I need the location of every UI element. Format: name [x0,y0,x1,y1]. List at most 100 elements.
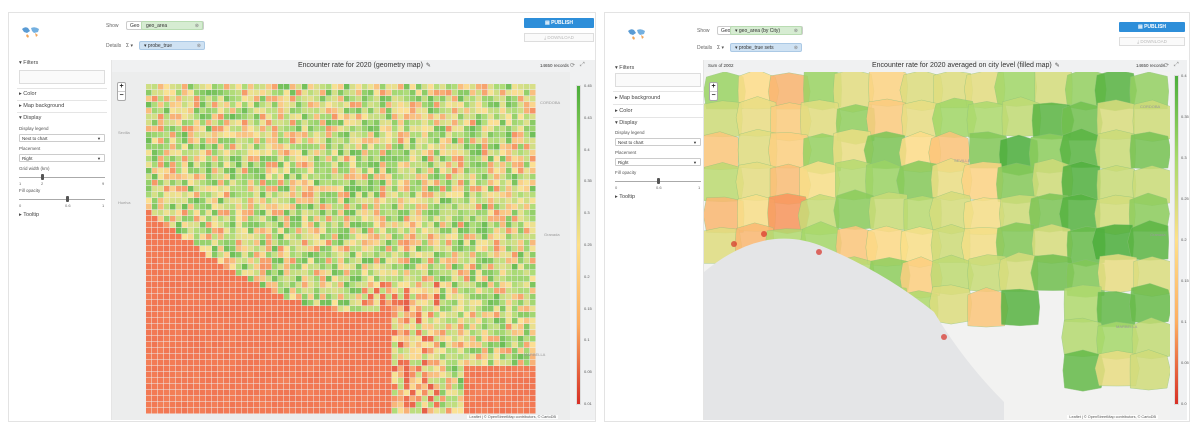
legend-tick-label: 0.15 [584,305,592,311]
grid-map-svg [112,72,570,420]
legend-tick-label: 0.15 [1181,278,1189,283]
slider-tick: 9 [102,181,105,186]
sum-label: Sum of 2002 [708,63,734,68]
map-canvas[interactable]: CORDOBA SEVILLE Granada MARBELLA Leaflet… [704,72,1170,420]
right-dashboard-panel: Show Details Geo ▾ geo_area (by City) ⊗ … [604,12,1190,422]
tooltip-section-toggle[interactable]: ▸ Tooltip [615,194,635,200]
map-background-section-toggle[interactable]: ▸ Map background [615,95,660,101]
details-field-label: ▾ probe_true sets [735,45,774,51]
zoom-out-button[interactable]: − [710,92,717,100]
fill-opacity-slider[interactable] [19,199,105,200]
zoom-control: + − [709,82,718,101]
legend-tick-label: 0.05 [1181,360,1189,365]
slider-tick: 0.6 [65,203,71,208]
chart-title: Encounter rate for 2020 averaged on city… [872,62,1060,69]
slider-tick: 2 [41,181,44,186]
slider-tick: 1 [698,185,701,190]
publish-button[interactable]: ▤ PUBLISH [524,18,594,28]
place-label: Granada [544,232,560,237]
show-field-pill[interactable]: geo_area ⊗ [141,21,203,30]
display-legend-label: Display legend [615,130,645,135]
download-button[interactable]: ⤓ DOWNLOAD [524,33,594,42]
filters-section-toggle[interactable]: ▾ Filters [19,60,38,66]
grid-width-slider[interactable] [19,177,105,178]
fill-opacity-slider-thumb[interactable] [66,196,69,202]
slider-tick: 0 [615,185,618,190]
display-section-toggle[interactable]: ▾ Display [19,115,41,121]
show-field-pill[interactable]: ▾ geo_area (by City) ⊗ [730,26,802,35]
display-legend-value: Next to chart [618,140,644,145]
place-label: MARBELLA [1116,324,1138,329]
map-attribution[interactable]: Leaflet | © OpenStreetMap contributors, … [467,415,558,419]
edit-pencil-icon[interactable]: ✎ [426,63,431,69]
aggregation-dropdown[interactable]: Σ ▾ [126,43,133,49]
remove-field-icon[interactable]: ⊗ [794,27,798,34]
details-shelf-label: Details [697,45,713,51]
aggregation-dropdown[interactable]: Σ ▾ [717,45,724,51]
remove-field-icon[interactable]: ⊗ [197,42,201,49]
display-section-toggle[interactable]: ▾ Display [615,120,637,126]
legend-tick-label: 0.3 [584,210,590,216]
world-map-logo-icon [625,25,649,41]
chevron-down-icon: ▼ [97,156,101,161]
chevron-down-icon: ▼ [693,140,697,145]
fullscreen-icon[interactable]: ⤢ [1174,62,1179,69]
publish-icon: ▤ [1137,24,1143,30]
chevron-down-icon: ▼ [97,136,101,141]
filters-dropzone[interactable] [19,70,105,84]
color-legend-bar [1174,75,1179,405]
zoom-in-button[interactable]: + [710,83,717,91]
filters-section-toggle[interactable]: ▾ Filters [615,65,634,71]
details-field-pill[interactable]: ▾ probe_true ⊗ [139,41,205,50]
grid-width-slider-thumb[interactable] [41,174,44,180]
display-legend-select[interactable]: Next to chart ▼ [615,138,701,146]
edit-pencil-icon[interactable]: ✎ [1055,63,1060,69]
map-attribution[interactable]: Leaflet | © OpenStreetMap contributors, … [1067,415,1158,419]
details-field-label: ▾ probe_true [144,43,173,49]
left-dashboard-panel: Show Details Geo geo_area ⊗ Σ ▾ ▾ probe_… [8,12,596,422]
fullscreen-icon[interactable]: ⤢ [580,62,585,69]
placement-select[interactable]: Right ▼ [615,158,701,166]
refresh-icon[interactable]: ⟳ [570,62,575,69]
slider-tick: 1 [102,203,105,208]
remove-field-icon[interactable]: ⊗ [195,22,199,29]
placement-select[interactable]: Right ▼ [19,154,105,162]
publish-button[interactable]: ▤ PUBLISH [1119,22,1185,32]
legend-tick-label: 0.1 [584,337,590,343]
show-field-label: geo_area [146,23,168,29]
map-canvas[interactable]: CORDOBA Sevilla Huelva Granada MARBELLA … [112,72,570,420]
legend-tick-label: 0.35 [1181,114,1189,119]
record-count: 14650 records [540,63,569,68]
color-section-toggle[interactable]: ▸ Color [19,91,36,97]
color-section-toggle[interactable]: ▸ Color [615,108,632,114]
divider [17,100,107,101]
place-label: MARBELLA [524,352,546,357]
map-background-section-toggle[interactable]: ▸ Map background [19,103,64,109]
chart-title-text: Encounter rate for 2020 (geometry map) [298,62,423,69]
remove-field-icon[interactable]: ⊗ [794,44,798,51]
legend-tick-label: 0.25 [584,242,592,247]
filters-dropzone[interactable] [615,73,701,87]
zoom-in-button[interactable]: + [118,83,125,91]
download-icon: ⤓ [544,35,547,40]
zoom-out-button[interactable]: − [118,92,125,100]
fill-opacity-slider-thumb[interactable] [657,178,660,184]
divider [17,88,107,89]
tooltip-section-toggle[interactable]: ▸ Tooltip [19,212,39,218]
fill-opacity-label: Fill opacity [615,170,637,175]
place-label: Sevilla [118,130,130,135]
legend-tick-label: 0.0 [1181,401,1187,406]
placement-label: Placement [615,150,637,155]
download-button[interactable]: ⤓ DOWNLOAD [1119,37,1185,46]
legend-tick-label: 0.25 [1181,196,1189,201]
filled-map-chart: Sum of 2002 Encounter rate for 2020 aver… [703,60,1189,420]
refresh-icon[interactable]: ⟳ [1164,62,1169,69]
divider [613,117,703,118]
fill-opacity-label: Fill opacity [19,188,41,193]
chart-title-text: Encounter rate for 2020 averaged on city… [872,62,1052,69]
display-legend-label: Display legend [19,126,49,131]
details-field-pill[interactable]: ▾ probe_true sets ⊗ [730,43,802,52]
display-legend-select[interactable]: Next to chart ▼ [19,134,105,142]
settings-sidebar: ▾ Filters ▸ Color ▸ Map background ▾ Dis… [9,60,111,420]
publish-label: PUBLISH [551,20,574,26]
